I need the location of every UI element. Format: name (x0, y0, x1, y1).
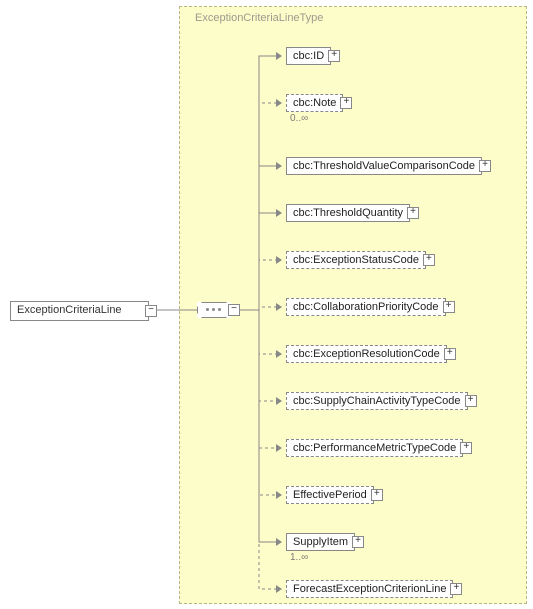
plus-icon[interactable]: + (444, 348, 456, 360)
arrow-icon (276, 397, 282, 405)
element-label: cbc:CollaborationPriorityCode (293, 301, 439, 313)
element-label: cbc:ID (293, 50, 324, 62)
element-label: ForecastExceptionCriterionLine (293, 583, 446, 595)
plus-icon[interactable]: + (460, 442, 472, 454)
element-label: EffectivePeriod (293, 489, 367, 501)
plus-icon[interactable]: + (407, 207, 419, 219)
plus-icon[interactable]: + (340, 97, 352, 109)
cardinality-label: 1..∞ (290, 552, 308, 563)
plus-icon[interactable]: + (328, 50, 340, 62)
arrow-icon (276, 491, 282, 499)
plus-icon[interactable]: + (450, 583, 462, 595)
element-id[interactable]: cbc:ID + (286, 47, 331, 65)
plus-icon[interactable]: + (465, 395, 477, 407)
element-forecast-exception[interactable]: ForecastExceptionCriterionLine + (286, 580, 453, 598)
arrow-icon (276, 209, 282, 217)
element-threshold-comparison[interactable]: cbc:ThresholdValueComparisonCode + (286, 157, 482, 175)
element-label: cbc:ExceptionStatusCode (293, 254, 419, 266)
plus-icon[interactable]: + (371, 489, 383, 501)
element-label: cbc:ExceptionResolutionCode (293, 348, 440, 360)
element-label: SupplyItem (293, 536, 348, 548)
arrow-icon (276, 538, 282, 546)
element-label: cbc:SupplyChainActivityTypeCode (293, 395, 461, 407)
arrow-icon (276, 303, 282, 311)
element-collaboration-priority[interactable]: cbc:CollaborationPriorityCode + (286, 298, 446, 316)
element-supply-chain-activity[interactable]: cbc:SupplyChainActivityTypeCode + (286, 392, 468, 410)
plus-icon[interactable]: + (352, 536, 364, 548)
element-label: cbc:ThresholdQuantity (293, 207, 403, 219)
plus-icon[interactable]: + (423, 254, 435, 266)
element-exception-status[interactable]: cbc:ExceptionStatusCode + (286, 251, 426, 269)
element-note[interactable]: cbc:Note + 0..∞ (286, 94, 343, 112)
element-label: cbc:Note (293, 97, 336, 109)
arrow-icon (276, 585, 282, 593)
element-exception-resolution[interactable]: cbc:ExceptionResolutionCode + (286, 345, 447, 363)
arrow-icon (276, 444, 282, 452)
arrow-icon (276, 52, 282, 60)
element-label: cbc:ThresholdValueComparisonCode (293, 160, 475, 172)
element-threshold-quantity[interactable]: cbc:ThresholdQuantity + (286, 204, 410, 222)
plus-icon[interactable]: + (479, 160, 491, 172)
arrow-icon (276, 162, 282, 170)
element-supply-item[interactable]: SupplyItem + 1..∞ (286, 533, 355, 551)
arrow-icon (276, 256, 282, 264)
arrow-icon (276, 350, 282, 358)
element-performance-metric[interactable]: cbc:PerformanceMetricTypeCode + (286, 439, 463, 457)
arrow-icon (276, 99, 282, 107)
cardinality-label: 0..∞ (290, 113, 308, 124)
element-label: cbc:PerformanceMetricTypeCode (293, 442, 456, 454)
element-effective-period[interactable]: EffectivePeriod + (286, 486, 374, 504)
plus-icon[interactable]: + (443, 301, 455, 313)
